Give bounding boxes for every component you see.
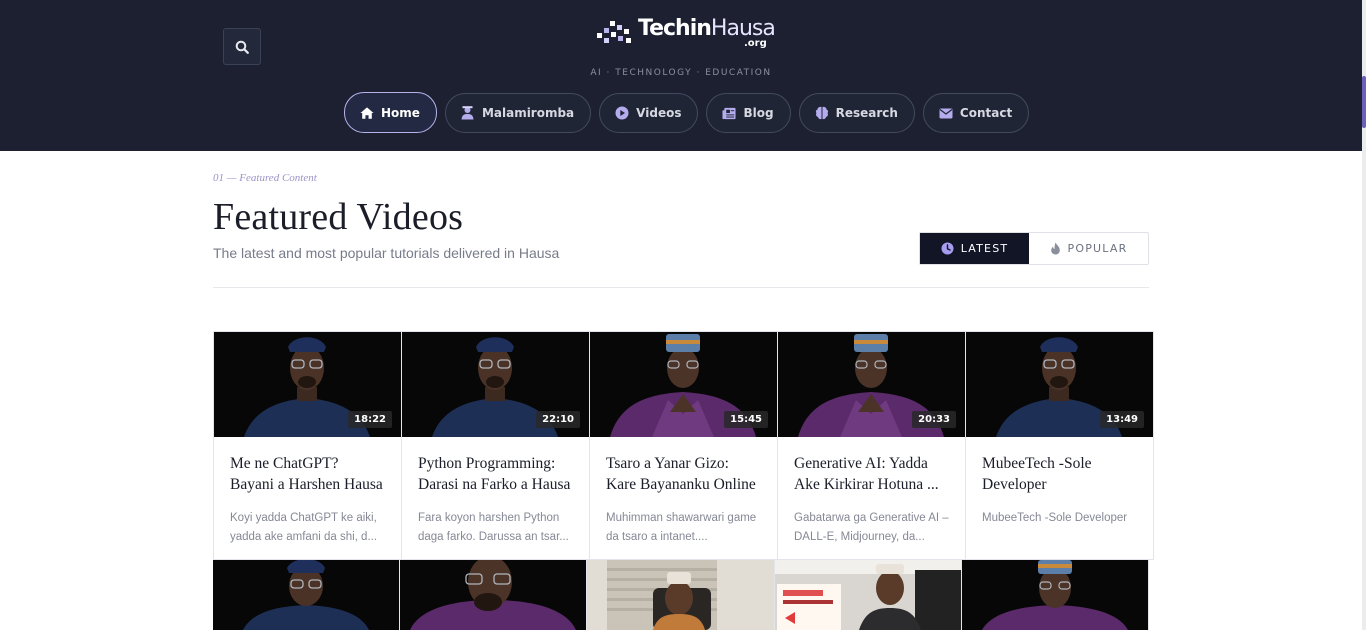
nav-label: Home: [381, 105, 420, 120]
video-grid-row-2: [213, 560, 1149, 630]
video-thumbnail[interactable]: [961, 560, 1149, 630]
site-logo[interactable]: TechinHausa .org: [596, 14, 776, 54]
nav-label: Malamiromba: [481, 106, 575, 120]
nav-videos[interactable]: Videos: [599, 93, 699, 133]
video-duration: 13:49: [1100, 411, 1144, 428]
site-header: TechinHausa .org AI · TECHNOLOGY · EDUCA…: [0, 0, 1362, 151]
nav-contact[interactable]: Contact: [922, 93, 1030, 133]
video-title[interactable]: MubeeTech -Sole Developer: [982, 453, 1137, 495]
video-duration: 22:10: [536, 411, 580, 428]
envelope-icon: [939, 106, 953, 120]
scrollbar-thumb[interactable]: [1362, 76, 1366, 128]
video-grid: 18:22 Me ne ChatGPT? Bayani a Harshen Ha…: [213, 331, 1154, 560]
nav-label: Videos: [636, 106, 682, 120]
video-duration: 20:33: [912, 411, 956, 428]
video-card[interactable]: 18:22 Me ne ChatGPT? Bayani a Harshen Ha…: [214, 331, 402, 560]
video-card[interactable]: 13:49 MubeeTech -Sole Developer MubeeTec…: [966, 331, 1154, 560]
video-description: Gabatarwa ga Generative AI – DALL-E, Mid…: [794, 512, 949, 543]
video-thumbnail[interactable]: 15:45: [590, 332, 777, 437]
latest-label: LATEST: [960, 242, 1009, 255]
home-icon: [360, 106, 374, 120]
play-icon: [615, 106, 629, 120]
tagline: AI · TECHNOLOGY · EDUCATION: [590, 68, 772, 78]
video-thumbnail[interactable]: [774, 560, 962, 630]
nav-label: Research: [835, 106, 898, 120]
logo-suffix: .org: [744, 38, 767, 49]
sort-toggle: LATEST POPULAR: [919, 232, 1149, 265]
nav-home[interactable]: Home: [344, 92, 437, 133]
logo-mark-icon: [597, 21, 631, 43]
video-description: Koyi yadda ChatGPT ke aiki, yadda ake am…: [230, 512, 378, 543]
section-title: Featured Videos: [213, 196, 464, 238]
brain-icon: [815, 106, 829, 120]
popular-label: POPULAR: [1067, 242, 1128, 255]
nav-research[interactable]: Research: [798, 93, 915, 133]
nav-label: Contact: [959, 106, 1013, 120]
video-duration: 18:22: [348, 411, 392, 428]
section-subtitle: The latest and most popular tutorials de…: [213, 245, 560, 261]
nav-malamiromba[interactable]: Malamiromba: [444, 93, 592, 133]
nav-label: Blog: [743, 106, 774, 120]
video-thumbnail[interactable]: 20:33: [778, 332, 965, 437]
newspaper-icon: [722, 106, 737, 120]
nav-blog[interactable]: Blog: [706, 93, 791, 133]
latest-button[interactable]: LATEST: [920, 233, 1029, 264]
video-title[interactable]: Tsaro a Yanar Gizo: Kare Bayananku Onlin…: [606, 453, 761, 495]
section-divider: [213, 287, 1149, 288]
video-description: Fara koyon harshen Python daga farko. Da…: [418, 512, 569, 543]
video-thumbnail[interactable]: [400, 560, 588, 630]
fire-icon: [1050, 242, 1061, 255]
video-title[interactable]: Me ne ChatGPT? Bayani a Harshen Hausa: [230, 453, 385, 495]
search-button[interactable]: [223, 28, 261, 65]
video-thumbnail[interactable]: [213, 560, 401, 630]
video-thumbnail[interactable]: 22:10: [402, 332, 589, 437]
video-title[interactable]: Generative AI: Yadda Ake Kirkirar Hotuna…: [794, 453, 949, 495]
main-nav: Home Malamiromba Videos Blog Research Co…: [344, 92, 1030, 133]
video-card[interactable]: 22:10 Python Programming: Darasi na Fark…: [402, 331, 590, 560]
clock-icon: [941, 242, 954, 255]
page-scrollbar[interactable]: [1362, 0, 1366, 630]
video-thumbnail[interactable]: 18:22: [214, 332, 401, 437]
video-description: Muhimman shawarwari game da tsaro a inta…: [606, 512, 757, 543]
video-thumbnail[interactable]: [587, 560, 775, 630]
video-card[interactable]: 15:45 Tsaro a Yanar Gizo: Kare Bayananku…: [590, 331, 778, 560]
teacher-icon: [461, 106, 475, 120]
search-icon: [235, 40, 249, 54]
video-thumbnail[interactable]: 13:49: [966, 332, 1153, 437]
section-eyebrow: 01 — Featured Content: [213, 172, 317, 184]
video-description: MubeeTech -Sole Developer: [982, 512, 1128, 524]
video-title[interactable]: Python Programming: Darasi na Farko a Ha…: [418, 453, 573, 495]
video-duration: 15:45: [724, 411, 768, 428]
popular-button[interactable]: POPULAR: [1029, 233, 1148, 264]
video-card[interactable]: 20:33 Generative AI: Yadda Ake Kirkirar …: [778, 331, 966, 560]
